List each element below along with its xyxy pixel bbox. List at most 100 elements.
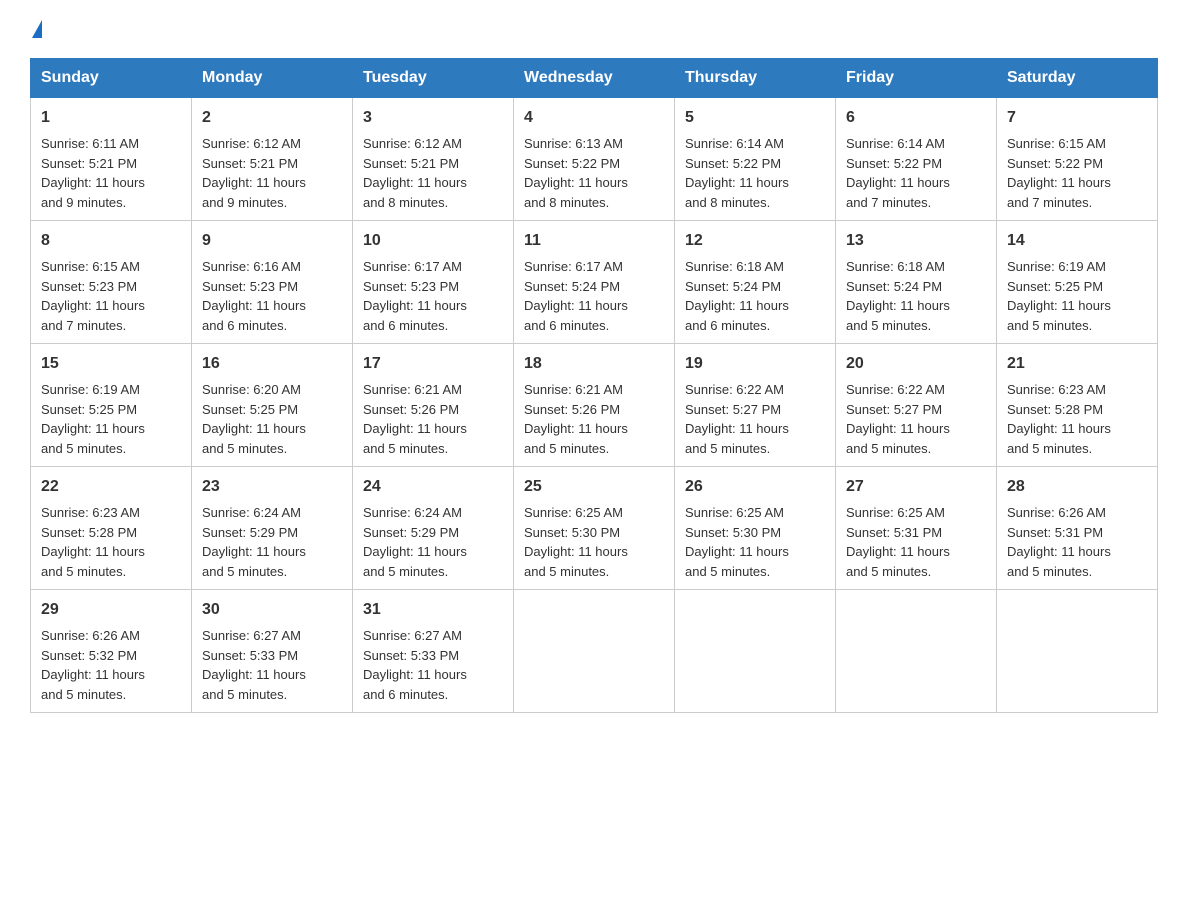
calendar-week-row: 1 Sunrise: 6:11 AMSunset: 5:21 PMDayligh…	[31, 98, 1158, 221]
day-info: Sunrise: 6:14 AMSunset: 5:22 PMDaylight:…	[685, 136, 789, 210]
day-number: 6	[846, 106, 986, 130]
day-number: 8	[41, 229, 181, 253]
header-tuesday: Tuesday	[353, 59, 514, 98]
calendar-cell: 2 Sunrise: 6:12 AMSunset: 5:21 PMDayligh…	[192, 98, 353, 221]
day-number: 23	[202, 475, 342, 499]
calendar-cell	[514, 590, 675, 713]
day-number: 9	[202, 229, 342, 253]
day-number: 7	[1007, 106, 1147, 130]
day-number: 28	[1007, 475, 1147, 499]
calendar-table: SundayMondayTuesdayWednesdayThursdayFrid…	[30, 58, 1158, 713]
day-info: Sunrise: 6:18 AMSunset: 5:24 PMDaylight:…	[685, 259, 789, 333]
day-number: 19	[685, 352, 825, 376]
day-number: 11	[524, 229, 664, 253]
calendar-cell: 27 Sunrise: 6:25 AMSunset: 5:31 PMDaylig…	[836, 467, 997, 590]
day-number: 15	[41, 352, 181, 376]
calendar-cell: 21 Sunrise: 6:23 AMSunset: 5:28 PMDaylig…	[997, 344, 1158, 467]
day-number: 24	[363, 475, 503, 499]
calendar-week-row: 22 Sunrise: 6:23 AMSunset: 5:28 PMDaylig…	[31, 467, 1158, 590]
day-number: 14	[1007, 229, 1147, 253]
day-info: Sunrise: 6:19 AMSunset: 5:25 PMDaylight:…	[41, 382, 145, 456]
day-info: Sunrise: 6:12 AMSunset: 5:21 PMDaylight:…	[363, 136, 467, 210]
calendar-cell: 5 Sunrise: 6:14 AMSunset: 5:22 PMDayligh…	[675, 98, 836, 221]
day-info: Sunrise: 6:11 AMSunset: 5:21 PMDaylight:…	[41, 136, 145, 210]
calendar-cell: 25 Sunrise: 6:25 AMSunset: 5:30 PMDaylig…	[514, 467, 675, 590]
calendar-cell	[675, 590, 836, 713]
day-info: Sunrise: 6:17 AMSunset: 5:24 PMDaylight:…	[524, 259, 628, 333]
day-info: Sunrise: 6:21 AMSunset: 5:26 PMDaylight:…	[363, 382, 467, 456]
day-info: Sunrise: 6:27 AMSunset: 5:33 PMDaylight:…	[202, 628, 306, 702]
calendar-header-row: SundayMondayTuesdayWednesdayThursdayFrid…	[31, 59, 1158, 98]
day-number: 17	[363, 352, 503, 376]
day-info: Sunrise: 6:18 AMSunset: 5:24 PMDaylight:…	[846, 259, 950, 333]
day-number: 26	[685, 475, 825, 499]
header-sunday: Sunday	[31, 59, 192, 98]
calendar-cell: 30 Sunrise: 6:27 AMSunset: 5:33 PMDaylig…	[192, 590, 353, 713]
calendar-cell: 31 Sunrise: 6:27 AMSunset: 5:33 PMDaylig…	[353, 590, 514, 713]
day-info: Sunrise: 6:23 AMSunset: 5:28 PMDaylight:…	[1007, 382, 1111, 456]
calendar-cell: 12 Sunrise: 6:18 AMSunset: 5:24 PMDaylig…	[675, 221, 836, 344]
day-number: 22	[41, 475, 181, 499]
calendar-cell: 8 Sunrise: 6:15 AMSunset: 5:23 PMDayligh…	[31, 221, 192, 344]
calendar-cell: 7 Sunrise: 6:15 AMSunset: 5:22 PMDayligh…	[997, 98, 1158, 221]
day-number: 18	[524, 352, 664, 376]
day-info: Sunrise: 6:25 AMSunset: 5:30 PMDaylight:…	[524, 505, 628, 579]
calendar-cell: 28 Sunrise: 6:26 AMSunset: 5:31 PMDaylig…	[997, 467, 1158, 590]
day-info: Sunrise: 6:16 AMSunset: 5:23 PMDaylight:…	[202, 259, 306, 333]
calendar-cell	[836, 590, 997, 713]
calendar-cell: 14 Sunrise: 6:19 AMSunset: 5:25 PMDaylig…	[997, 221, 1158, 344]
day-info: Sunrise: 6:12 AMSunset: 5:21 PMDaylight:…	[202, 136, 306, 210]
day-info: Sunrise: 6:24 AMSunset: 5:29 PMDaylight:…	[202, 505, 306, 579]
calendar-week-row: 8 Sunrise: 6:15 AMSunset: 5:23 PMDayligh…	[31, 221, 1158, 344]
day-info: Sunrise: 6:26 AMSunset: 5:32 PMDaylight:…	[41, 628, 145, 702]
calendar-cell: 24 Sunrise: 6:24 AMSunset: 5:29 PMDaylig…	[353, 467, 514, 590]
calendar-week-row: 15 Sunrise: 6:19 AMSunset: 5:25 PMDaylig…	[31, 344, 1158, 467]
header-wednesday: Wednesday	[514, 59, 675, 98]
day-number: 21	[1007, 352, 1147, 376]
day-info: Sunrise: 6:25 AMSunset: 5:30 PMDaylight:…	[685, 505, 789, 579]
calendar-cell: 23 Sunrise: 6:24 AMSunset: 5:29 PMDaylig…	[192, 467, 353, 590]
logo-triangle-icon	[32, 20, 42, 38]
calendar-cell: 17 Sunrise: 6:21 AMSunset: 5:26 PMDaylig…	[353, 344, 514, 467]
calendar-week-row: 29 Sunrise: 6:26 AMSunset: 5:32 PMDaylig…	[31, 590, 1158, 713]
calendar-cell: 15 Sunrise: 6:19 AMSunset: 5:25 PMDaylig…	[31, 344, 192, 467]
day-number: 29	[41, 598, 181, 622]
calendar-cell: 13 Sunrise: 6:18 AMSunset: 5:24 PMDaylig…	[836, 221, 997, 344]
day-number: 20	[846, 352, 986, 376]
calendar-cell: 4 Sunrise: 6:13 AMSunset: 5:22 PMDayligh…	[514, 98, 675, 221]
day-info: Sunrise: 6:19 AMSunset: 5:25 PMDaylight:…	[1007, 259, 1111, 333]
calendar-cell: 9 Sunrise: 6:16 AMSunset: 5:23 PMDayligh…	[192, 221, 353, 344]
day-number: 31	[363, 598, 503, 622]
calendar-cell: 19 Sunrise: 6:22 AMSunset: 5:27 PMDaylig…	[675, 344, 836, 467]
day-number: 12	[685, 229, 825, 253]
header-thursday: Thursday	[675, 59, 836, 98]
day-info: Sunrise: 6:20 AMSunset: 5:25 PMDaylight:…	[202, 382, 306, 456]
calendar-cell: 26 Sunrise: 6:25 AMSunset: 5:30 PMDaylig…	[675, 467, 836, 590]
day-number: 3	[363, 106, 503, 130]
calendar-cell: 10 Sunrise: 6:17 AMSunset: 5:23 PMDaylig…	[353, 221, 514, 344]
calendar-cell: 1 Sunrise: 6:11 AMSunset: 5:21 PMDayligh…	[31, 98, 192, 221]
calendar-cell: 6 Sunrise: 6:14 AMSunset: 5:22 PMDayligh…	[836, 98, 997, 221]
day-number: 16	[202, 352, 342, 376]
day-number: 2	[202, 106, 342, 130]
day-info: Sunrise: 6:13 AMSunset: 5:22 PMDaylight:…	[524, 136, 628, 210]
calendar-cell: 16 Sunrise: 6:20 AMSunset: 5:25 PMDaylig…	[192, 344, 353, 467]
calendar-cell: 3 Sunrise: 6:12 AMSunset: 5:21 PMDayligh…	[353, 98, 514, 221]
day-number: 4	[524, 106, 664, 130]
day-info: Sunrise: 6:27 AMSunset: 5:33 PMDaylight:…	[363, 628, 467, 702]
page-header	[30, 20, 1158, 38]
calendar-cell: 20 Sunrise: 6:22 AMSunset: 5:27 PMDaylig…	[836, 344, 997, 467]
day-info: Sunrise: 6:25 AMSunset: 5:31 PMDaylight:…	[846, 505, 950, 579]
calendar-cell: 22 Sunrise: 6:23 AMSunset: 5:28 PMDaylig…	[31, 467, 192, 590]
calendar-cell: 11 Sunrise: 6:17 AMSunset: 5:24 PMDaylig…	[514, 221, 675, 344]
day-number: 27	[846, 475, 986, 499]
day-info: Sunrise: 6:15 AMSunset: 5:22 PMDaylight:…	[1007, 136, 1111, 210]
logo	[30, 20, 42, 38]
header-saturday: Saturday	[997, 59, 1158, 98]
header-monday: Monday	[192, 59, 353, 98]
header-friday: Friday	[836, 59, 997, 98]
day-info: Sunrise: 6:14 AMSunset: 5:22 PMDaylight:…	[846, 136, 950, 210]
day-number: 13	[846, 229, 986, 253]
day-number: 1	[41, 106, 181, 130]
day-info: Sunrise: 6:22 AMSunset: 5:27 PMDaylight:…	[685, 382, 789, 456]
